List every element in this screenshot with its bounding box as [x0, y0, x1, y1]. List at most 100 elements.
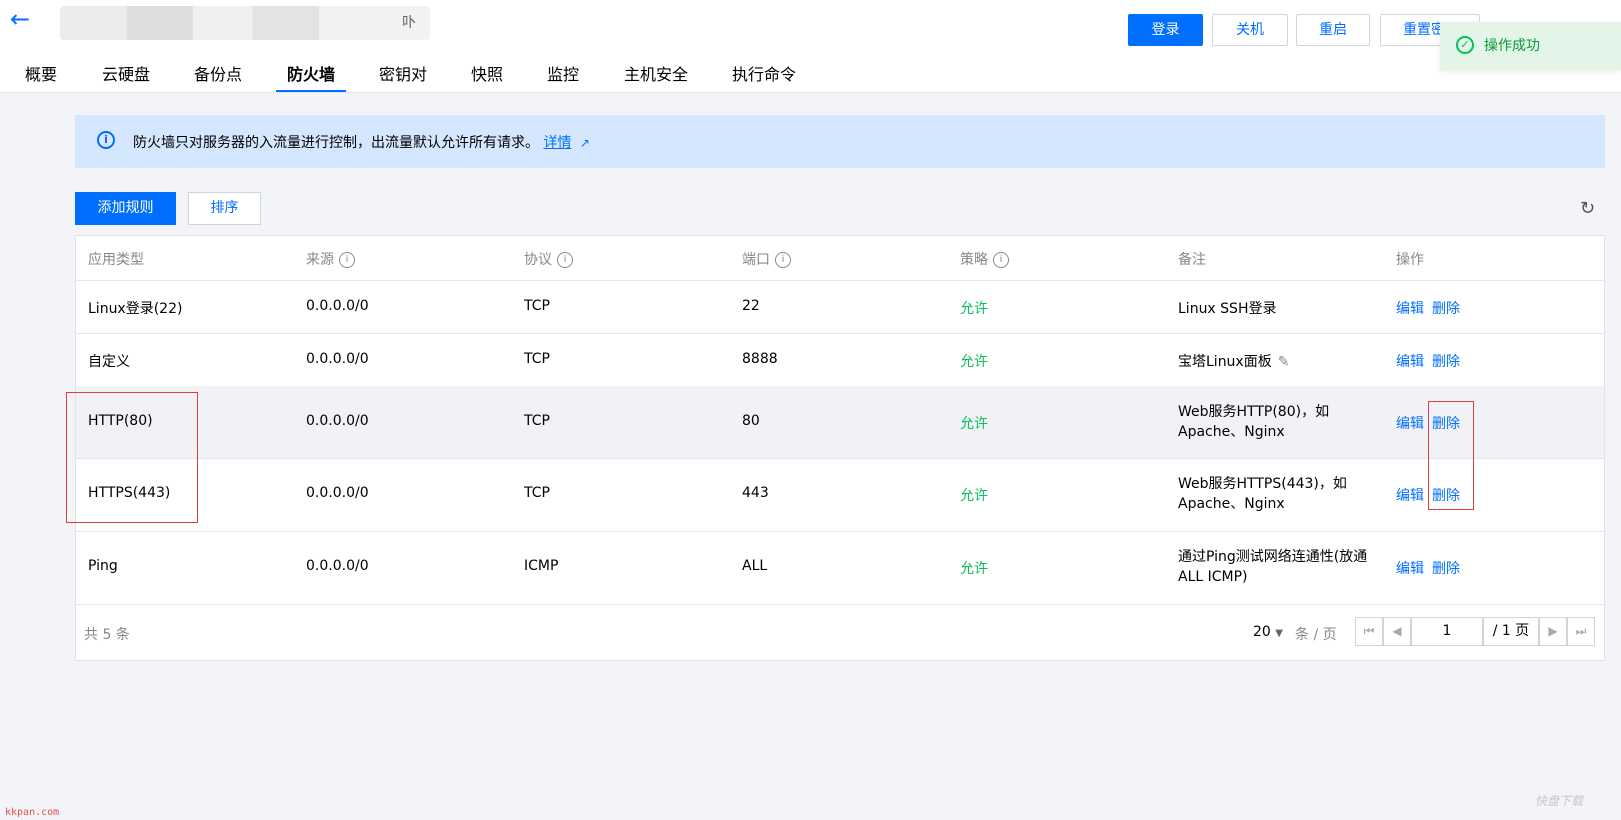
protocol-cell: TCP: [524, 298, 550, 314]
tab-run-command[interactable]: 执行命令: [732, 64, 796, 90]
info-icon[interactable]: i: [775, 252, 791, 268]
column-header-port-label: 端口: [742, 252, 770, 268]
details-link[interactable]: 详情: [543, 135, 571, 151]
remark-line-2: Apache、Nginx: [1178, 496, 1285, 512]
edit-button[interactable]: 编辑: [1396, 298, 1424, 318]
partial-title: 卟: [402, 15, 416, 31]
column-header-protocol-label: 协议: [524, 252, 552, 268]
protocol-cell: TCP: [524, 485, 550, 501]
port-cell: 22: [742, 298, 760, 314]
tab-cloud-disk[interactable]: 云硬盘: [102, 64, 150, 90]
policy-cell: 允许: [960, 416, 988, 432]
next-page-icon[interactable]: ▶: [1539, 617, 1567, 646]
policy-cell: 允许: [960, 354, 988, 370]
page-size-select[interactable]: 20 ▼: [1253, 624, 1283, 640]
type-cell: 自定义: [88, 354, 130, 370]
login-button[interactable]: 登录: [1128, 14, 1203, 46]
policy-cell: 允许: [960, 488, 988, 504]
port-cell: ALL: [742, 558, 768, 574]
edit-button[interactable]: 编辑: [1396, 413, 1424, 433]
tab-firewall[interactable]: 防火墙: [276, 64, 346, 92]
watermark-right: 快盘下载: [1535, 794, 1584, 808]
column-header-type: 应用类型: [88, 252, 144, 268]
policy-cell: 允许: [960, 301, 988, 317]
notice-message-wrapper: 防火墙只对服务器的入流量进行控制，出流量默认允许所有请求。 详情 ↗: [133, 132, 590, 152]
sort-button[interactable]: 排序: [188, 192, 261, 225]
toast-text: 操作成功: [1484, 38, 1540, 54]
edit-button[interactable]: 编辑: [1396, 351, 1424, 371]
top-bar: ← 卟 概要 云硬盘 备份点 防火墙 密钥对 快照 监控 主机安全 执行命令 登…: [0, 0, 1621, 93]
source-cell: 0.0.0.0/0: [306, 558, 369, 574]
edit-button[interactable]: 编辑: [1396, 558, 1424, 578]
remark-cell: Linux SSH登录: [1178, 301, 1277, 317]
tab-key-pairs[interactable]: 密钥对: [379, 64, 427, 90]
column-header-port: 端口 i: [742, 249, 791, 269]
check-circle-icon: ✓: [1456, 36, 1474, 54]
pencil-icon[interactable]: ✎: [1278, 354, 1290, 370]
type-cell: Linux登录(22): [88, 301, 183, 317]
delete-button[interactable]: 删除: [1432, 298, 1460, 318]
protocol-cell: TCP: [524, 351, 550, 367]
chevron-down-icon: ▼: [1275, 628, 1283, 639]
highlight-box-types: [66, 392, 198, 523]
shutdown-button[interactable]: 关机: [1212, 14, 1288, 46]
arrow-left-icon[interactable]: ←: [10, 6, 36, 32]
protocol-cell: ICMP: [524, 558, 559, 574]
column-header-policy: 策略 i: [960, 249, 1009, 269]
remark-cell: Web服务HTTPS(443)，如 Apache、Nginx: [1178, 474, 1347, 514]
total-pages: / 1 页: [1483, 617, 1539, 646]
source-cell: 0.0.0.0/0: [306, 485, 369, 501]
tab-backup-points[interactable]: 备份点: [194, 64, 242, 90]
tab-overview[interactable]: 概要: [25, 64, 57, 90]
column-header-actions: 操作: [1396, 252, 1424, 268]
remark-cell: 通过Ping测试网络连通性(放通 ALL ICMP): [1178, 547, 1367, 587]
prev-page-icon[interactable]: ◀: [1383, 617, 1411, 646]
port-cell: 8888: [742, 351, 778, 367]
table-row: HTTPS(443) 0.0.0.0/0 TCP 443 允许 Web服务HTT…: [76, 458, 1604, 532]
table-row: HTTP(80) 0.0.0.0/0 TCP 80 允许 Web服务HTTP(8…: [76, 386, 1604, 459]
type-cell: Ping: [88, 558, 118, 574]
page-number-input[interactable]: 1: [1411, 617, 1483, 646]
success-toast: ✓ 操作成功: [1440, 22, 1621, 70]
remark-cell: Web服务HTTP(80)，如 Apache、Nginx: [1178, 402, 1329, 442]
tab-host-security[interactable]: 主机安全: [624, 64, 688, 90]
remark-line-2: ALL ICMP): [1178, 569, 1248, 585]
remark-text: 宝塔Linux面板: [1178, 354, 1272, 370]
delete-button[interactable]: 删除: [1432, 558, 1460, 578]
tab-snapshots[interactable]: 快照: [471, 64, 503, 90]
source-cell: 0.0.0.0/0: [306, 413, 369, 429]
info-icon[interactable]: i: [339, 252, 355, 268]
remark-line-1: Web服务HTTPS(443)，如: [1178, 476, 1347, 492]
page-size-value: 20: [1253, 624, 1271, 640]
last-page-icon[interactable]: ⏭: [1567, 617, 1595, 646]
watermark-left: kkpan.com: [5, 807, 60, 818]
first-page-icon[interactable]: ⏮: [1355, 617, 1383, 646]
remark-line-1: Web服务HTTP(80)，如: [1178, 404, 1330, 420]
column-header-source-label: 来源: [306, 252, 334, 268]
info-icon: i: [97, 131, 115, 149]
notice-text: 防火墙只对服务器的入流量进行控制，出流量默认允许所有请求。: [133, 135, 539, 151]
source-cell: 0.0.0.0/0: [306, 351, 369, 367]
table-footer: 共 5 条 20 ▼ 条 / 页 ⏮ ◀ 1 / 1 页 ▶ ⏭: [76, 605, 1604, 661]
table-row: Linux登录(22) 0.0.0.0/0 TCP 22 允许 Linux SS…: [76, 280, 1604, 334]
info-icon[interactable]: i: [557, 252, 573, 268]
table-row: 自定义 0.0.0.0/0 TCP 8888 允许 宝塔Linux面板 ✎ 编辑 …: [76, 333, 1604, 387]
external-link-icon[interactable]: ↗: [580, 136, 590, 150]
delete-button[interactable]: 删除: [1432, 351, 1460, 371]
remark-line-1: 通过Ping测试网络连通性(放通: [1178, 549, 1368, 565]
add-rule-button[interactable]: 添加规则: [75, 192, 176, 225]
column-header-remark: 备注: [1178, 252, 1206, 268]
firewall-notice: i 防火墙只对服务器的入流量进行控制，出流量默认允许所有请求。 详情 ↗: [75, 115, 1605, 168]
tab-monitoring[interactable]: 监控: [547, 64, 579, 90]
refresh-icon[interactable]: ↻: [1580, 198, 1595, 219]
source-cell: 0.0.0.0/0: [306, 298, 369, 314]
column-header-protocol: 协议 i: [524, 249, 573, 269]
protocol-cell: TCP: [524, 413, 550, 429]
restart-button[interactable]: 重启: [1296, 14, 1370, 46]
info-icon[interactable]: i: [993, 252, 1009, 268]
table-header: 应用类型 来源 i 协议 i 端口 i 策略 i 备注 操作: [76, 236, 1604, 281]
port-cell: 80: [742, 413, 760, 429]
remark-line-2: Apache、Nginx: [1178, 424, 1285, 440]
edit-button[interactable]: 编辑: [1396, 485, 1424, 505]
policy-cell: 允许: [960, 561, 988, 577]
